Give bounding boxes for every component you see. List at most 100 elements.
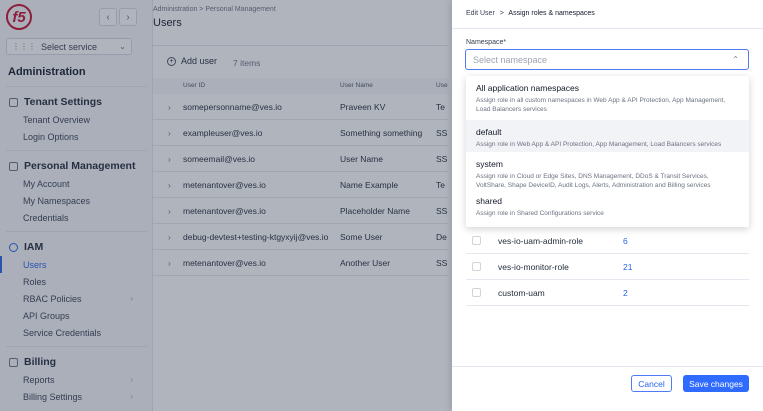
table-row[interactable]: › exampleuser@ves.io Something something SS [153,120,449,146]
sidebar-item-reports[interactable]: Reports › [0,371,153,388]
table-row[interactable]: › someemail@ves.io User Name SS [153,146,449,172]
namespace-dropdown-menu: All application namespaces Assign role i… [466,76,749,227]
divider [452,366,763,367]
role-row[interactable]: ves-io-monitor-role 21 [466,254,749,280]
role-checkbox[interactable] [472,236,481,245]
billing-icon [9,357,18,367]
expand-icon[interactable]: › [168,128,171,138]
nav-group-billing: Billing Reports › Billing Settings › [0,353,153,405]
expand-icon[interactable]: › [168,102,171,112]
select-service-dropdown[interactable]: ⋮⋮⋮ Select service ⌄ [6,38,132,55]
table-row[interactable]: › debug-devtest+testing-ktgyxyij@ves.io So… [153,224,449,250]
option-title: All application namespaces [476,83,580,93]
role-row[interactable]: custom-uam 2 [466,280,749,306]
nav-group-title: IAM [24,241,44,253]
expand-icon[interactable]: › [168,154,171,164]
sidebar-item-label: My Account [23,178,70,189]
sidebar-item-label: Billing Settings [23,391,83,402]
sidebar: f5 ‹ › ⋮⋮⋮ Select service ⌄ Administrati… [0,0,153,411]
role-checkbox[interactable] [472,262,481,271]
sidebar-item-my-account[interactable]: My Account [0,175,153,192]
sidebar-item-my-namespaces[interactable]: My Namespaces [0,192,153,209]
namespace-select[interactable]: Select namespace ⌃ [465,49,749,70]
user-name: Some User [340,232,383,242]
sidebar-item-users[interactable]: Users [0,256,153,273]
drawer-breadcrumb: Edit User > Assign roles & namespaces [466,10,595,17]
sidebar-item-rbac-policies[interactable]: RBAC Policies › [0,290,153,307]
table-row[interactable]: › metenantover@ves.io Name Example Te [153,172,449,198]
nav-group-header[interactable]: Billing [0,353,153,371]
user-name: Another User [340,258,391,268]
expand-icon[interactable]: › [168,180,171,190]
sidebar-item-label: API Groups [23,310,70,321]
nav-group-header[interactable]: Personal Management [0,157,153,175]
sidebar-item-label: Users [23,259,47,270]
sidebar-item-api-groups[interactable]: API Groups [0,307,153,324]
namespace-label: Namespace* [466,39,507,46]
namespace-option-shared[interactable]: shared Assign role in Shared Configurati… [466,189,749,227]
sidebar-item-tenant-overview[interactable]: Tenant Overview [0,111,153,128]
nav-group-header[interactable]: Tenant Settings [0,93,153,111]
sidebar-item-label: Tenant Overview [23,114,91,125]
chevron-down-icon: ⌄ [119,42,126,51]
sidebar-item-credentials[interactable]: Credentials [0,209,153,226]
logo-text: f5 [12,8,26,26]
chevron-right-icon: › [130,375,133,384]
role-name: custom-uam [498,288,545,298]
table-row[interactable]: › metenantover@ves.io Placeholder Name SS [153,198,449,224]
user-role: Te [436,180,445,190]
namespace-option-all[interactable]: All application namespaces Assign role i… [466,76,749,120]
breadcrumb-separator: > [499,10,504,17]
role-row[interactable]: ves-io-uam-admin-role 6 [466,228,749,254]
expand-icon[interactable]: › [168,232,171,242]
iam-icon [9,242,18,252]
chevron-right-icon[interactable]: › [119,8,137,26]
table-row[interactable]: › somepersonname@ves.io Praveen KV Te [153,94,449,120]
user-id: debug-devtest+testing-ktgyxyij@ves.io [183,232,329,242]
user-id: metenantover@ves.io [183,180,266,190]
expand-icon[interactable]: › [168,206,171,216]
sidebar-item-service-credentials[interactable]: Service Credentials [0,324,153,341]
column-header-role[interactable]: Use [436,82,448,89]
namespace-option-default[interactable]: default Assign role in Web App & API Pro… [466,120,749,152]
sidebar-item-roles[interactable]: Roles [0,273,153,290]
f5-logo[interactable]: f5 [6,4,32,30]
role-count-link[interactable]: 6 [623,236,628,246]
namespace-placeholder: Select namespace [473,54,548,65]
nav-group-title: Personal Management [24,160,136,172]
sidebar-item-login-options[interactable]: Login Options [0,128,153,145]
chevron-up-icon: ⌃ [732,55,739,64]
chevron-left-icon[interactable]: ‹ [99,8,117,26]
table-row[interactable]: › metenantover@ves.io Another User SS [153,250,449,276]
user-name: Name Example [340,180,399,190]
user-name: Something something [340,128,423,138]
divider [6,346,147,347]
breadcrumb-parent[interactable]: Edit User [466,10,495,17]
user-role: SS [436,258,448,268]
user-name: Placeholder Name [340,206,410,216]
role-count-link[interactable]: 2 [623,288,628,298]
nav-group-header[interactable]: IAM [0,238,153,256]
settings-icon [9,97,18,107]
role-count-link[interactable]: 21 [623,262,632,272]
expand-icon[interactable]: › [168,258,171,268]
column-header-user-id[interactable]: User ID [183,82,205,89]
sidebar-item-label: My Namespaces [23,195,91,206]
cancel-button[interactable]: Cancel [631,375,672,392]
sidebar-item-label: RBAC Policies [23,293,82,304]
option-description: Assign role in Web App & API Protection,… [476,141,722,148]
nav-group-title: Tenant Settings [24,96,102,108]
user-id: somepersonname@ves.io [183,102,282,112]
users-table-card: + Add user 7 items User ID User Name Use… [153,45,449,411]
add-user-button[interactable]: + Add user [167,56,217,66]
role-checkbox[interactable] [472,288,481,297]
sidebar-item-billing-settings[interactable]: Billing Settings › [0,388,153,405]
option-description: Assign role in all custom namespaces in … [476,97,726,113]
user-name: Praveen KV [340,102,386,112]
column-header-user-name[interactable]: User Name [340,82,373,89]
table-header: User ID User Name Use [153,78,449,94]
sidebar-item-label: Service Credentials [23,327,102,338]
app-root: f5 ‹ › ⋮⋮⋮ Select service ⌄ Administrati… [0,0,763,411]
option-title: default [476,127,502,137]
save-changes-button[interactable]: Save changes [683,375,749,392]
